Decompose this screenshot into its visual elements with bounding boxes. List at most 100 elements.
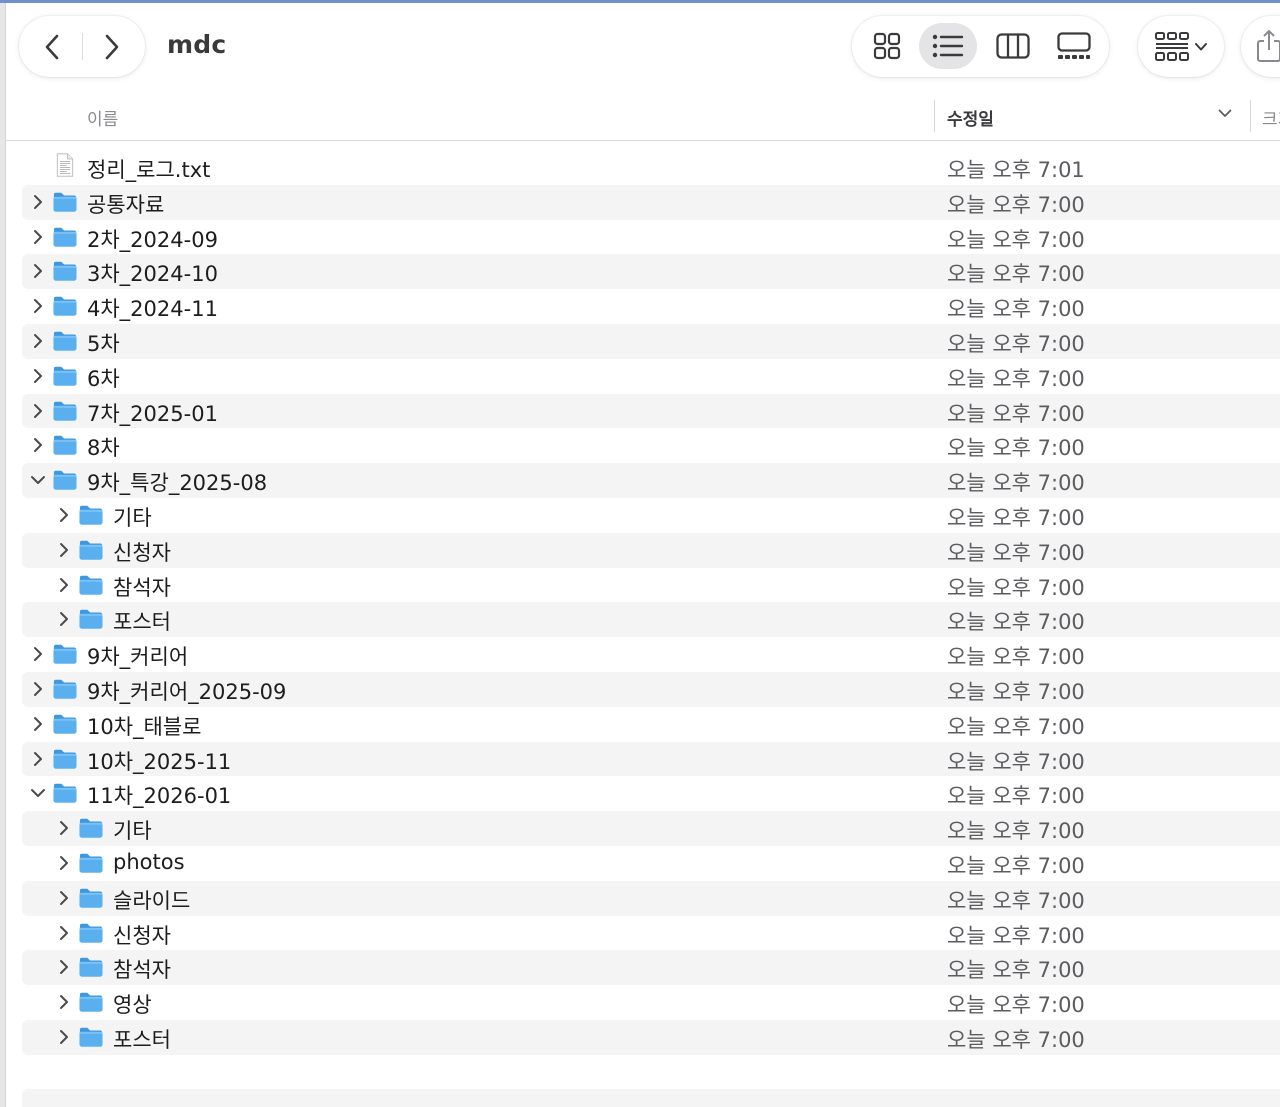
back-button[interactable] — [22, 16, 82, 77]
list-item[interactable]: photos 오늘 오후 7:00 — [0, 846, 1280, 881]
disclosure-collapsed-icon[interactable] — [56, 819, 72, 837]
list-item[interactable]: 6차 오늘 오후 7:00 — [0, 359, 1280, 394]
file-name[interactable]: 5차 — [87, 328, 120, 358]
list-item[interactable]: 신청자 오늘 오후 7:00 — [0, 916, 1280, 951]
file-name[interactable]: 정리_로그.txt — [87, 154, 210, 184]
column-divider[interactable] — [1250, 100, 1251, 132]
list-item[interactable]: 9차_특강_2025-08 오늘 오후 7:00 — [0, 463, 1280, 498]
icon-view-button[interactable] — [858, 23, 916, 69]
list-item[interactable]: 슬라이드 오늘 오후 7:00 — [0, 880, 1280, 916]
row-background — [22, 359, 1280, 394]
forward-button[interactable] — [82, 16, 142, 77]
column-view-button[interactable] — [984, 23, 1042, 69]
share-button[interactable] — [1241, 16, 1280, 77]
disclosure-expanded-icon[interactable] — [30, 784, 46, 802]
disclosure-collapsed-icon[interactable] — [30, 680, 46, 698]
file-name[interactable]: 9차_특강_2025-08 — [87, 467, 267, 497]
column-divider[interactable] — [934, 100, 935, 132]
row-background — [22, 150, 1280, 185]
list-item[interactable]: 3차_2024-10 오늘 오후 7:00 — [0, 254, 1280, 290]
list-item[interactable]: 신청자 오늘 오후 7:00 — [0, 532, 1280, 568]
disclosure-collapsed-icon[interactable] — [56, 958, 72, 976]
list-item[interactable]: 10차_태블로 오늘 오후 7:00 — [0, 707, 1280, 742]
list-item[interactable]: 기타 오늘 오후 7:00 — [0, 811, 1280, 846]
folder-icon — [79, 888, 103, 908]
list-item[interactable]: 기타 오늘 오후 7:00 — [0, 498, 1280, 533]
list-item[interactable]: 4차_2024-11 오늘 오후 7:00 — [0, 289, 1280, 324]
disclosure-collapsed-icon[interactable] — [30, 750, 46, 768]
disclosure-collapsed-icon[interactable] — [56, 889, 72, 907]
file-name[interactable]: 참석자 — [113, 572, 171, 602]
file-name[interactable]: 9차_커리어_2025-09 — [87, 676, 286, 706]
disclosure-collapsed-icon[interactable] — [56, 541, 72, 559]
file-name[interactable]: 6차 — [87, 363, 120, 393]
file-name[interactable]: 10차_2025-11 — [87, 746, 231, 776]
file-name[interactable]: 11차_2026-01 — [87, 780, 231, 810]
disclosure-collapsed-icon[interactable] — [56, 993, 72, 1011]
file-name[interactable]: 10차_태블로 — [87, 711, 202, 741]
disclosure-collapsed-icon[interactable] — [56, 854, 72, 872]
list-item[interactable]: 참석자 오늘 오후 7:00 — [0, 568, 1280, 603]
list-item[interactable]: 참석자 오늘 오후 7:00 — [0, 950, 1280, 986]
size-column-header[interactable]: 크기 — [1262, 105, 1280, 130]
row-background — [22, 637, 1280, 672]
list-item[interactable]: 영상 오늘 오후 7:00 — [0, 985, 1280, 1020]
file-name[interactable]: 3차_2024-10 — [87, 258, 218, 288]
disclosure-collapsed-icon[interactable] — [56, 610, 72, 628]
file-name[interactable]: 신청자 — [113, 920, 171, 950]
disclosure-expanded-icon[interactable] — [30, 471, 46, 489]
list-item[interactable]: 8차 오늘 오후 7:00 — [0, 428, 1280, 463]
file-name[interactable]: 기타 — [113, 815, 152, 845]
list-item[interactable]: 7차_2025-01 오늘 오후 7:00 — [0, 393, 1280, 429]
list-item[interactable]: 포스터 오늘 오후 7:00 — [0, 1019, 1280, 1055]
list-item[interactable]: 포스터 오늘 오후 7:00 — [0, 602, 1280, 638]
file-name[interactable]: 포스터 — [113, 606, 171, 636]
file-name[interactable]: 슬라이드 — [113, 885, 190, 915]
list-item[interactable]: 공통자료 오늘 오후 7:00 — [0, 184, 1280, 220]
folder-icon — [53, 331, 77, 351]
file-name[interactable]: 포스터 — [113, 1024, 171, 1054]
disclosure-collapsed-icon[interactable] — [30, 367, 46, 385]
disclosure-collapsed-icon[interactable] — [30, 262, 46, 280]
list-item[interactable]: 10차_2025-11 오늘 오후 7:00 — [0, 741, 1280, 777]
disclosure-collapsed-icon[interactable] — [30, 193, 46, 211]
file-name[interactable]: 2차_2024-09 — [87, 224, 218, 254]
group-button[interactable] — [1138, 16, 1224, 77]
folder-icon — [79, 505, 103, 525]
file-name[interactable]: 기타 — [113, 502, 152, 532]
name-column-header[interactable]: 이름 — [87, 105, 118, 130]
disclosure-collapsed-icon[interactable] — [30, 332, 46, 350]
list-item[interactable]: 9차_커리어_2025-09 오늘 오후 7:00 — [0, 671, 1280, 707]
file-name[interactable]: 4차_2024-11 — [87, 293, 218, 323]
disclosure-collapsed-icon[interactable] — [30, 228, 46, 246]
file-name[interactable]: 참석자 — [113, 954, 171, 984]
disclosure-collapsed-icon[interactable] — [30, 645, 46, 663]
disclosure-collapsed-icon[interactable] — [56, 576, 72, 594]
list-view-button[interactable] — [919, 23, 977, 69]
disclosure-collapsed-icon[interactable] — [56, 506, 72, 524]
disclosure-collapsed-icon[interactable] — [56, 1028, 72, 1046]
disclosure-collapsed-icon[interactable] — [30, 402, 46, 420]
file-name[interactable]: 9차_커리어 — [87, 641, 188, 671]
file-name[interactable]: photos — [113, 850, 185, 874]
file-name[interactable]: 8차 — [87, 432, 120, 462]
file-name[interactable]: 공통자료 — [87, 189, 164, 219]
row-background — [22, 880, 1280, 916]
folder-icon — [79, 610, 103, 630]
file-name[interactable]: 영상 — [113, 989, 152, 1019]
modified-column-header[interactable]: 수정일 — [947, 105, 994, 130]
gallery-view-button[interactable] — [1045, 23, 1103, 69]
file-name[interactable]: 신청자 — [113, 537, 171, 567]
disclosure-collapsed-icon[interactable] — [30, 436, 46, 454]
list-item[interactable]: 9차_커리어 오늘 오후 7:00 — [0, 637, 1280, 672]
list-item[interactable]: 11차_2026-01 오늘 오후 7:00 — [0, 776, 1280, 811]
disclosure-collapsed-icon[interactable] — [30, 297, 46, 315]
disclosure-collapsed-icon[interactable] — [30, 715, 46, 733]
list-item[interactable]: 5차 오늘 오후 7:00 — [0, 323, 1280, 359]
chevron-left-icon — [45, 34, 59, 59]
disclosure-collapsed-icon[interactable] — [56, 924, 72, 942]
file-name[interactable]: 7차_2025-01 — [87, 398, 218, 428]
list-item[interactable]: 2차_2024-09 오늘 오후 7:00 — [0, 220, 1280, 255]
sort-chevron-icon[interactable] — [1218, 109, 1232, 118]
list-item[interactable]: 정리_로그.txt 오늘 오후 7:01 — [0, 150, 1280, 185]
